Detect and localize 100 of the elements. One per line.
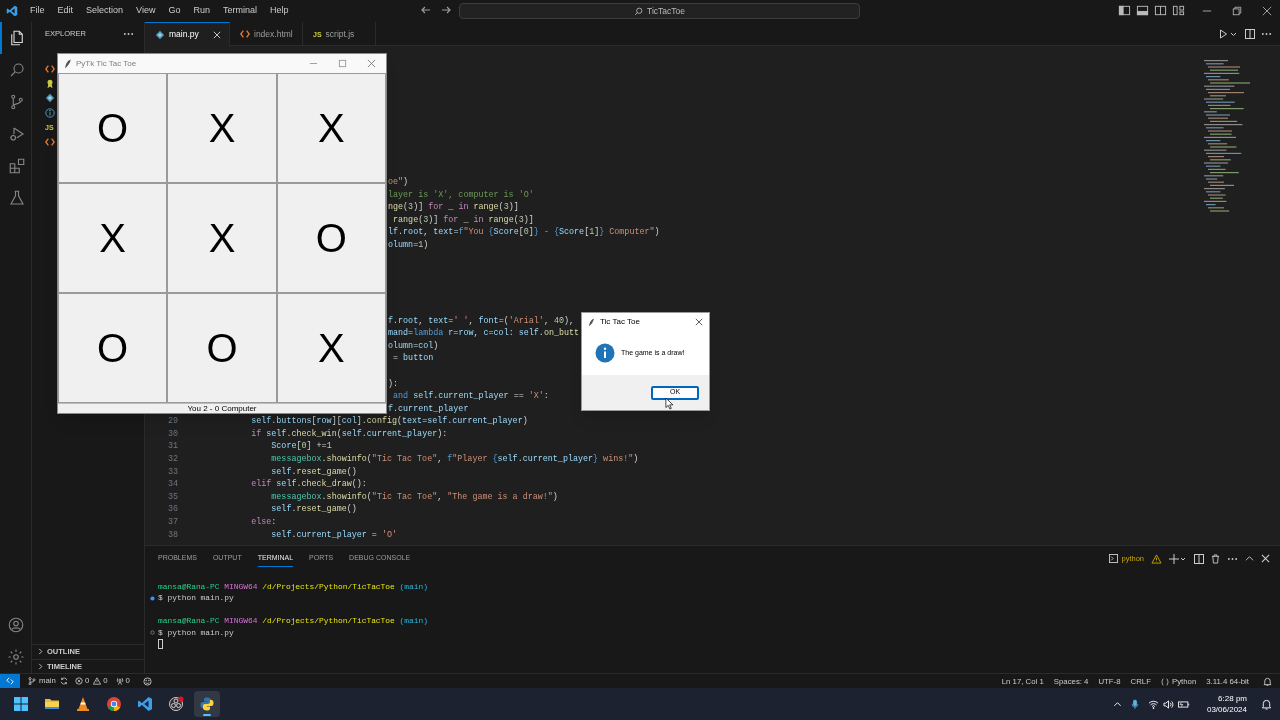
code-line: self.buttons[row][col].config(text=self.current_player) <box>250 415 528 428</box>
menu-item[interactable]: Run <box>192 4 211 18</box>
chevron-up-icon[interactable] <box>1112 699 1122 709</box>
code-line: self.reset_game() <box>270 503 357 517</box>
close-icon[interactable] <box>695 318 703 326</box>
dialog-title: Tic Tac Toe <box>600 316 640 328</box>
toggle-sidebar-icon[interactable] <box>1118 4 1131 17</box>
diamond-icon <box>155 29 165 40</box>
code-line: elif self.check_draw(): <box>250 478 367 491</box>
flask-icon <box>7 189 26 207</box>
system-tray-button[interactable] <box>1147 699 1190 709</box>
bell-icon[interactable] <box>1263 677 1272 686</box>
more-actions-icon[interactable] <box>1227 556 1238 561</box>
browser-icon <box>106 696 122 712</box>
run-dropdown-icon[interactable] <box>1219 29 1239 39</box>
command-status-icon[interactable] <box>150 595 155 601</box>
split-terminal-icon[interactable] <box>1194 553 1204 564</box>
feather-icon <box>64 58 72 69</box>
volume-icon <box>1162 699 1174 709</box>
code-line: f.current_player <box>388 402 469 416</box>
more-actions-icon[interactable] <box>123 32 134 36</box>
menu-item[interactable]: View <box>135 4 157 18</box>
editor-tab[interactable]: main.py <box>145 22 230 46</box>
terminal-icon <box>1109 554 1119 564</box>
code-line: and self.current_player == 'X': <box>392 390 549 403</box>
close-icon[interactable] <box>1262 5 1272 16</box>
board-cell-button[interactable]: X <box>167 73 277 183</box>
restore-icon[interactable] <box>1232 5 1242 16</box>
code-line: f.root, text=' ', font=('Arial', 40), <box>388 314 575 328</box>
window-title: PyTk Tic Tac Toe <box>76 57 137 70</box>
customize-layout-icon[interactable] <box>1172 4 1185 17</box>
line-number: 32 <box>166 453 178 466</box>
board-cell-button[interactable]: X <box>167 183 277 293</box>
app-logo-icon <box>6 5 18 17</box>
recorder-icon <box>168 696 184 712</box>
back-arrow-icon[interactable] <box>420 4 432 16</box>
terminal-cursor <box>158 638 163 649</box>
line-number: 36 <box>166 503 178 517</box>
board-cell-button[interactable]: O <box>167 293 277 403</box>
ribbon-icon <box>45 78 55 89</box>
line-number: 35 <box>166 490 178 504</box>
command-center-text: TicTacToe <box>647 4 685 18</box>
code-line: mand=lambda r=row, c=col: self.on_butt <box>388 327 580 340</box>
board-cell-button[interactable]: O <box>276 183 386 293</box>
code-line: oe") <box>388 176 409 189</box>
warning-icon <box>1151 553 1162 564</box>
taskbar-button[interactable] <box>194 691 220 717</box>
menu-item[interactable]: Edit <box>56 4 75 18</box>
maximize-panel-icon[interactable] <box>1245 554 1254 564</box>
clock-button[interactable]: 6:28 pm 03/06/2024 <box>1206 693 1247 715</box>
menu-item[interactable]: Selection <box>85 4 125 18</box>
board-cell-button[interactable]: O <box>58 293 168 403</box>
command-status-icon[interactable] <box>150 629 155 635</box>
command-center-field[interactable]: TicTacToe <box>459 3 860 19</box>
code-line: self.current_player = 'O' <box>270 528 397 542</box>
more-actions-icon[interactable] <box>1261 32 1272 36</box>
board-cell-button[interactable]: X <box>58 183 168 293</box>
notification-bell-icon[interactable] <box>1261 698 1272 710</box>
code-line: layer is 'X', computer is 'O' <box>388 188 534 202</box>
line-number: 31 <box>166 440 178 454</box>
account-icon[interactable] <box>6 616 25 634</box>
toggle-secondary-sidebar-icon[interactable] <box>1154 4 1167 17</box>
code-brackets-icon <box>240 29 250 39</box>
battery-icon <box>1177 699 1190 709</box>
wifi-icon <box>1147 699 1159 709</box>
new-terminal-icon[interactable] <box>1169 553 1187 564</box>
code-line: messagebox.showinfo("Tic Tac Toe", f"Player {self.current_player} wins!") <box>270 453 639 466</box>
board-cell-button[interactable]: O <box>58 73 168 183</box>
code-line: olumn=col) <box>388 339 439 353</box>
error-icon <box>74 677 83 685</box>
menu-item[interactable]: Go <box>167 4 182 18</box>
menu-item[interactable]: Terminal <box>221 4 258 18</box>
maximize-icon[interactable] <box>338 59 347 68</box>
split-editor-icon[interactable] <box>1245 29 1255 39</box>
board-cell-button[interactable]: X <box>276 293 386 403</box>
menu-item[interactable]: File <box>29 4 46 18</box>
folder-icon <box>44 696 60 712</box>
code-line: self.reset_game() <box>270 465 357 479</box>
menu-item[interactable]: Help <box>268 4 290 18</box>
diamond-icon <box>45 93 55 104</box>
code-line: range(3)] for _ in range(3)] <box>392 213 534 227</box>
sync-icon[interactable] <box>59 677 68 685</box>
broadcast-icon <box>115 677 124 685</box>
toggle-panel-icon[interactable] <box>1136 4 1149 17</box>
smiley-icon[interactable] <box>142 676 152 686</box>
search-icon <box>634 6 643 16</box>
score-label: You 2 - 0 Computer <box>58 403 386 413</box>
trash-icon[interactable] <box>1211 553 1220 564</box>
board-cell-button[interactable]: X <box>276 73 386 183</box>
forward-arrow-icon[interactable] <box>440 4 452 16</box>
code-line: ): <box>388 377 399 391</box>
line-number: 29 <box>166 415 178 428</box>
start-icon <box>13 696 29 712</box>
code-editor-icon <box>137 696 153 712</box>
run-debug-icon <box>7 125 26 143</box>
microphone-icon[interactable] <box>1130 698 1139 710</box>
code-brackets-icon <box>45 64 55 75</box>
info-icon <box>45 108 55 119</box>
settings-icon[interactable] <box>6 648 25 666</box>
remote-button[interactable] <box>0 673 20 689</box>
